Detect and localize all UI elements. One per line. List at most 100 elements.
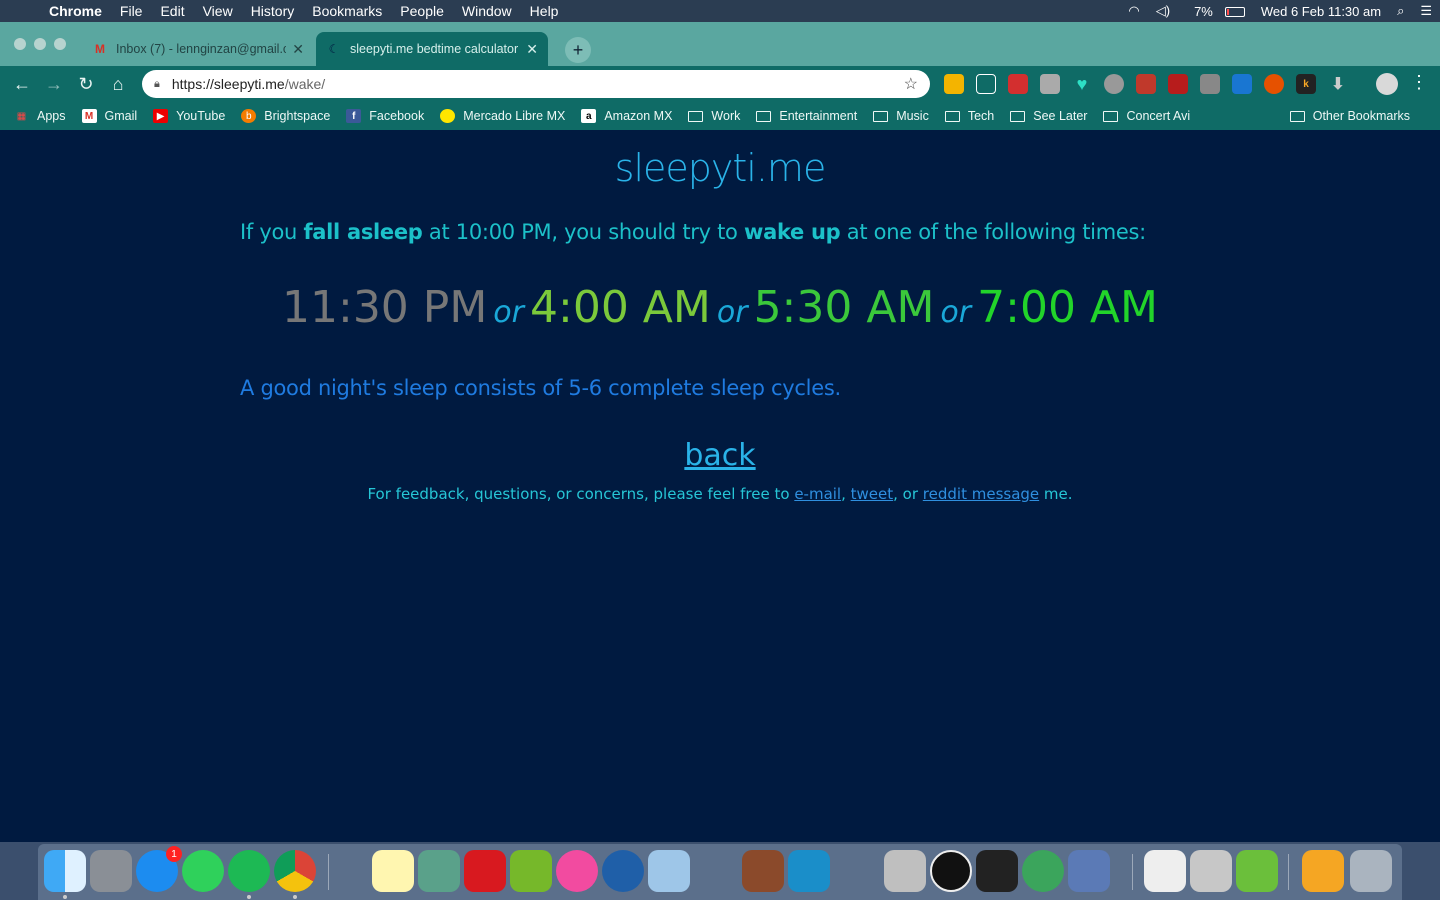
tab-sleepytime[interactable]: ☾ sleepyti.me bedtime calculator ✕ — [316, 32, 548, 66]
bookmark-brightspace[interactable]: b Brightspace — [241, 109, 330, 123]
profile-avatar[interactable] — [1376, 73, 1398, 95]
forward-arrow-icon[interactable]: → — [38, 74, 70, 95]
bookmark-folder-see-later[interactable]: See Later — [1010, 109, 1087, 123]
reload-icon[interactable]: ↻ — [70, 74, 102, 95]
itunes-icon[interactable] — [556, 850, 598, 892]
clock-app-icon[interactable] — [930, 850, 972, 892]
extension-blue-icon[interactable] — [1232, 74, 1252, 94]
app-store-icon[interactable]: 1 — [136, 846, 182, 892]
back-link[interactable]: back — [684, 438, 755, 473]
extension-tabs-icon[interactable] — [976, 74, 996, 94]
clock[interactable]: Wed 6 Feb 11:30 am — [1253, 4, 1389, 19]
preview-icon[interactable] — [648, 850, 690, 892]
email-link[interactable]: e-mail — [794, 485, 841, 503]
bookmark-facebook[interactable]: f Facebook — [346, 109, 424, 123]
p-app-icon[interactable] — [464, 850, 506, 892]
bookmark-star-icon[interactable]: ☆ — [904, 74, 918, 94]
folder-icon — [944, 110, 960, 122]
bookmark-apps[interactable]: ▦ Apps — [14, 109, 66, 123]
close-window-button[interactable] — [14, 38, 26, 50]
new-tab-button[interactable]: + — [565, 37, 591, 63]
kindle-icon[interactable] — [788, 850, 830, 892]
bookmark-folder-work[interactable]: Work — [688, 109, 740, 123]
menu-window[interactable]: Window — [453, 3, 521, 19]
android-icon[interactable] — [1236, 850, 1278, 892]
close-tab-icon[interactable]: ✕ — [526, 41, 538, 58]
terminal-icon[interactable] — [976, 850, 1018, 892]
spotlight-icon[interactable]: ⌕ — [1389, 3, 1412, 19]
address-bar[interactable]: 🔒︎ https://sleepyti.me/wake/ ☆ — [142, 70, 930, 98]
bookmark-folder-entertainment[interactable]: Entertainment — [756, 109, 857, 123]
applications-folder-icon[interactable] — [1302, 850, 1344, 892]
menu-bookmarks[interactable]: Bookmarks — [303, 3, 391, 19]
calculator-icon[interactable] — [884, 850, 926, 892]
bookmark-label: Tech — [967, 109, 995, 123]
bookmark-folder-concert-avi[interactable]: Concert Avi — [1103, 109, 1190, 123]
menu-people[interactable]: People — [391, 3, 453, 19]
intro-part: at 10:00 PM, you should try to — [422, 220, 744, 244]
android-studio-icon[interactable] — [1022, 850, 1064, 892]
tab-strip: M Inbox (7) - lennginzan@gmail.c ✕ ☾ sle… — [0, 22, 1440, 66]
intro-fall-asleep: fall asleep — [303, 220, 423, 244]
calibre-icon[interactable] — [742, 850, 784, 892]
feedback-text: For feedback, questions, or concerns, pl… — [0, 485, 1440, 503]
running-indicator — [63, 895, 67, 899]
reddit-message-link[interactable]: reddit message — [923, 485, 1039, 503]
w-app-icon[interactable] — [418, 850, 460, 892]
menu-file[interactable]: File — [111, 3, 152, 19]
tweet-link[interactable]: tweet — [851, 485, 894, 503]
trash-icon[interactable] — [1350, 850, 1392, 892]
archive-utility-icon[interactable] — [1190, 850, 1232, 892]
home-icon[interactable]: ⌂ — [102, 74, 134, 95]
intro-part: at one of the following times: — [840, 220, 1146, 244]
extension-red-icon[interactable] — [1008, 74, 1028, 94]
menu-help[interactable]: Help — [521, 3, 568, 19]
virtualbox-icon[interactable] — [1068, 850, 1110, 892]
back-arrow-icon[interactable]: ← — [6, 74, 38, 95]
whatsapp-icon[interactable] — [182, 850, 224, 892]
folder-icon — [756, 110, 772, 122]
spotify-icon[interactable] — [228, 850, 270, 892]
menu-view[interactable]: View — [194, 3, 242, 19]
finder-icon[interactable] — [44, 850, 86, 892]
download-arrow-icon[interactable]: ⬇ — [1328, 74, 1348, 94]
brightspace-icon: b — [241, 109, 257, 123]
bookmark-youtube[interactable]: ▶ YouTube — [153, 109, 225, 123]
menu-edit[interactable]: Edit — [151, 3, 193, 19]
bookmark-amazon[interactable]: a Amazon MX — [581, 109, 672, 123]
feedback-part: me. — [1039, 485, 1073, 503]
chrome-icon[interactable] — [274, 850, 316, 892]
menu-history[interactable]: History — [242, 3, 304, 19]
extension-pocket-icon[interactable] — [1104, 74, 1124, 94]
textedit-icon[interactable] — [1144, 850, 1186, 892]
other-bookmarks[interactable]: Other Bookmarks — [1289, 102, 1410, 130]
minimize-window-button[interactable] — [34, 38, 46, 50]
extension-heart-icon[interactable]: ♥ — [1072, 74, 1092, 94]
extension-grey-icon[interactable] — [1200, 74, 1220, 94]
close-tab-icon[interactable]: ✕ — [292, 41, 304, 58]
extension-k-icon[interactable]: k — [1296, 74, 1316, 94]
bookmark-folder-music[interactable]: Music — [873, 109, 929, 123]
x-app-icon[interactable] — [510, 850, 552, 892]
extension-lightbulb-icon[interactable] — [1040, 74, 1060, 94]
chrome-menu-icon[interactable]: ⋮ — [1410, 72, 1428, 93]
menu-app-name[interactable]: Chrome — [40, 3, 111, 19]
extension-infinity-icon[interactable] — [1264, 74, 1284, 94]
extension-abp-icon[interactable] — [1136, 74, 1156, 94]
quicktime-icon[interactable] — [602, 850, 644, 892]
volume-icon[interactable]: ◁) — [1148, 3, 1178, 19]
wifi-icon[interactable]: ◠ — [1120, 3, 1147, 19]
tab-gmail-inbox[interactable]: M Inbox (7) - lennginzan@gmail.c ✕ — [82, 32, 314, 66]
extension-ublock-icon[interactable] — [1168, 74, 1188, 94]
macos-menu-bar: Chrome File Edit View History Bookmarks … — [0, 0, 1440, 22]
bookmark-folder-tech[interactable]: Tech — [944, 109, 995, 123]
notification-center-icon[interactable]: ☰ — [1412, 3, 1440, 19]
bookmark-gmail[interactable]: M Gmail — [81, 109, 137, 123]
extension-google-icon[interactable] — [944, 74, 964, 94]
lock-icon[interactable]: 🔒︎ — [154, 78, 160, 91]
system-preferences-icon[interactable] — [90, 850, 132, 892]
notes-icon[interactable] — [372, 850, 414, 892]
zoom-window-button[interactable] — [54, 38, 66, 50]
battery-status[interactable]: 7% — [1178, 4, 1253, 19]
bookmark-mercadolibre[interactable]: Mercado Libre MX — [440, 109, 565, 123]
